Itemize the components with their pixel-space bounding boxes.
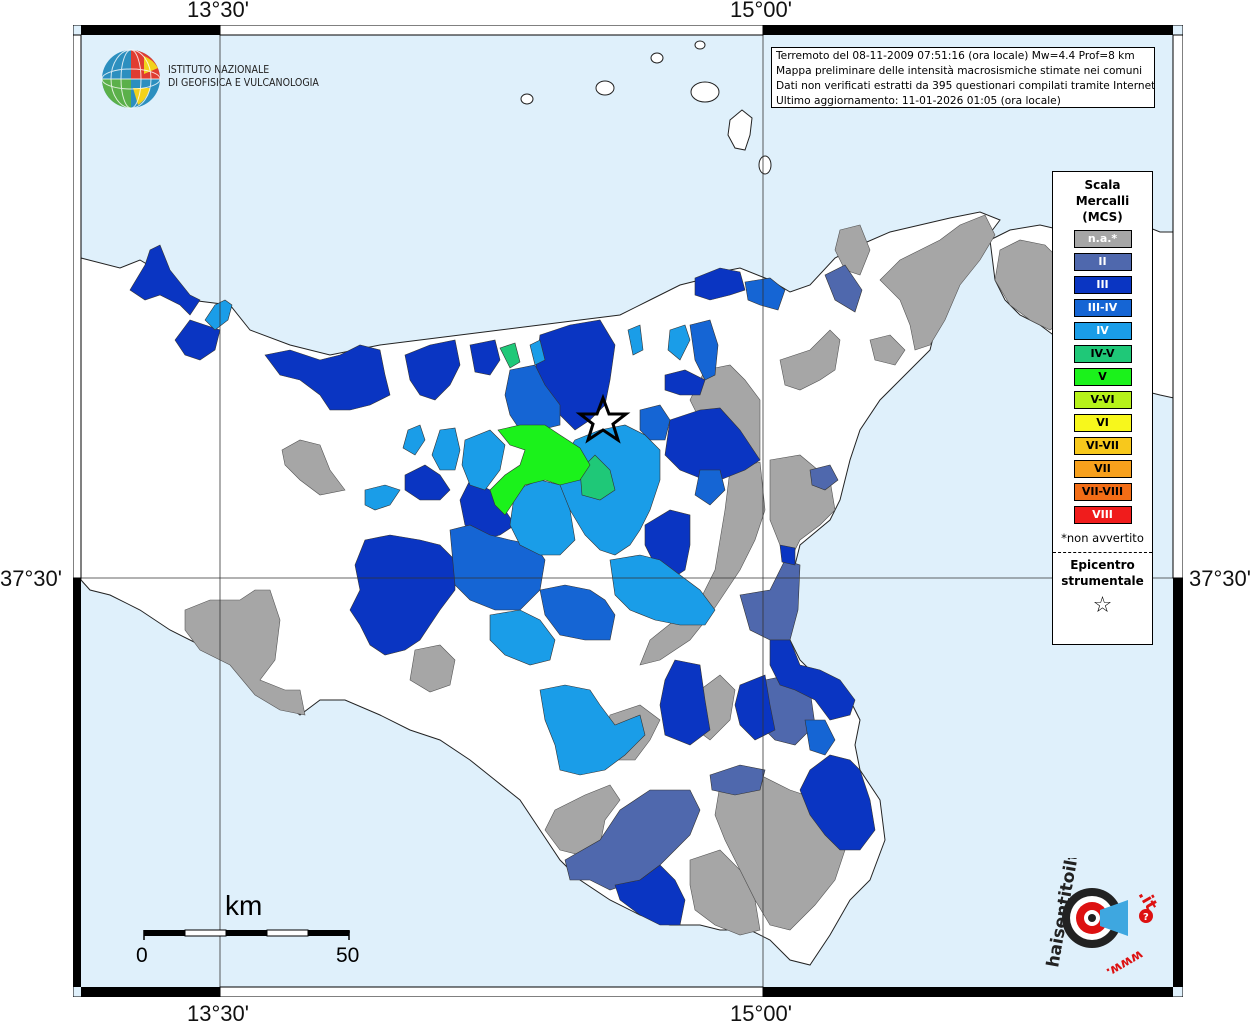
coord-label-top-left: 13°30' [187, 0, 249, 22]
legend-item: IV-V [1073, 345, 1132, 363]
legend-item: VIII [1073, 506, 1132, 524]
legend-item: VI-VII [1073, 437, 1132, 455]
coord-label-bottom-left: 13°30' [187, 1001, 249, 1026]
legend-item: IV [1073, 322, 1132, 340]
event-info-line3: Dati non verificati estratti da 395 ques… [776, 80, 1155, 92]
coord-label-left-mid: 37°30' [0, 566, 62, 591]
ingv-logo-globe-icon [101, 49, 161, 109]
coord-label-top-right: 15°00' [730, 0, 792, 22]
legend-epicenter-label: Epicentro strumentale [1053, 557, 1152, 589]
legend-title-line2: Mercalli [1075, 194, 1130, 208]
event-info-box: Terremoto del 08-11-2009 07:51:16 (ora l… [771, 47, 1155, 108]
legend-separator [1053, 552, 1152, 553]
scale-bar-max-label: 50 [336, 944, 360, 967]
event-info-line2: Mappa preliminare delle intensità macros… [776, 65, 1143, 77]
svg-text:?: ? [1143, 912, 1149, 923]
macroseismic-map [73, 25, 1183, 997]
coord-label-right-mid: 37°30' [1189, 566, 1251, 591]
ingv-logo-line2: DI GEOFISICA E VULCANOLOGIA [168, 77, 319, 89]
legend-item: n.a.* [1073, 230, 1132, 248]
legend-epicenter-line2: strumentale [1061, 574, 1144, 588]
legend-epicenter-line1: Epicentro [1070, 558, 1135, 572]
legend-item: III [1073, 276, 1132, 294]
legend-item: III-IV [1073, 299, 1132, 317]
legend-title-line3: (MCS) [1082, 210, 1123, 224]
star-outline-icon: ☆ [1092, 593, 1113, 618]
mcs-scale-legend: Scala Mercalli (MCS) n.a.* II III III-IV IV I… [1052, 171, 1153, 645]
event-info-line1: Terremoto del 08-11-2009 07:51:16 (ora l… [776, 50, 1135, 62]
legend-item: V [1073, 368, 1132, 386]
haisentito-logo-www: www. [1103, 947, 1145, 978]
ingv-logo-text: ISTITUTO NAZIONALE DI GEOFISICA E VULCAN… [168, 64, 319, 90]
legend-item: VII-VIII [1073, 483, 1132, 501]
scale-bar-unit: km [225, 890, 263, 921]
event-info-line4: Ultimo aggiornamento: 11-01-2026 01:05 (… [776, 95, 1061, 107]
legend-item: V-VI [1073, 391, 1132, 409]
legend-items: n.a.* II III III-IV IV IV-V V V-VI VI VI-VII VII VI… [1053, 230, 1152, 524]
haisentito-logo: haisentitoilterremoto .it www. ? [1043, 858, 1161, 978]
scale-bar-graphic [143, 929, 350, 940]
legend-title: Scala Mercalli (MCS) [1053, 177, 1152, 225]
legend-item: II [1073, 253, 1132, 271]
legend-item: VII [1073, 460, 1132, 478]
legend-title-line1: Scala [1084, 178, 1121, 192]
ingv-logo-line1: ISTITUTO NAZIONALE [168, 64, 270, 76]
legend-item: VI [1073, 414, 1132, 432]
coord-label-bottom-right: 15°00' [730, 1001, 792, 1026]
legend-na-note: *non avvertito [1061, 531, 1144, 545]
scale-bar-min-label: 0 [136, 944, 148, 967]
